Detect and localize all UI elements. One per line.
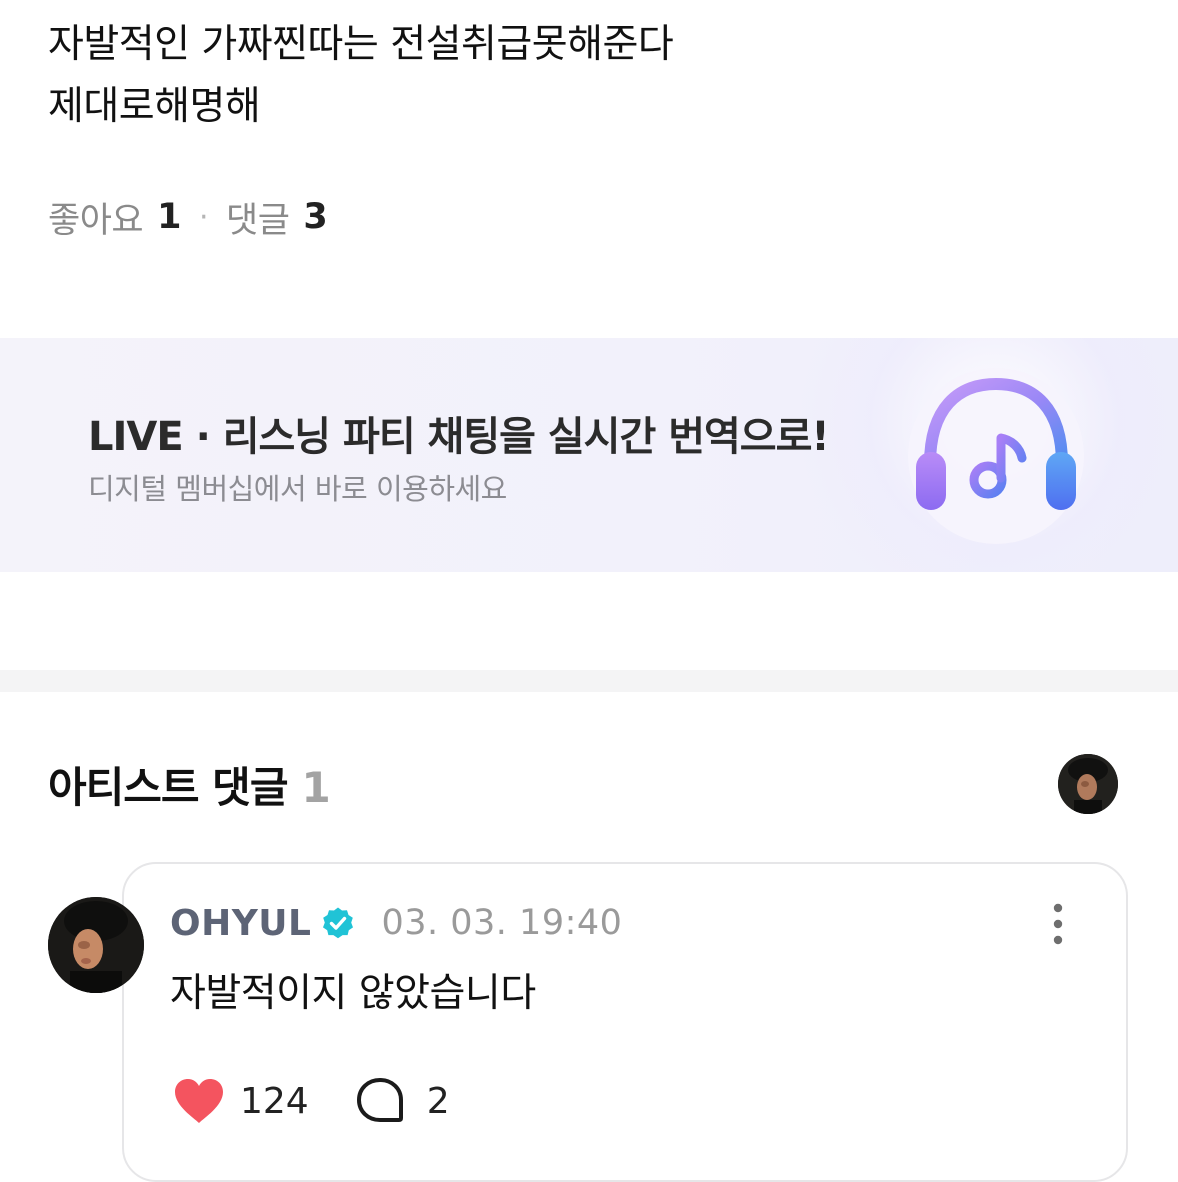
post-body: 자발적인 가짜찐따는 전설취급못해준다 제대로해명해 [48,14,1128,138]
stats-separator: · [198,199,209,235]
artist-avatar-small[interactable] [1058,754,1118,814]
artist-photo-icon [48,897,144,993]
heart-icon[interactable] [172,1076,226,1126]
comments-count[interactable]: 3 [303,197,327,237]
artist-comments-title: 아티스트 댓글 [48,763,288,812]
post-text-line-2: 제대로해명해 [48,84,261,129]
artist-comments-header: 아티스트 댓글 1 [48,754,331,815]
more-vertical-icon[interactable] [1040,900,1076,948]
comment-timestamp: 03. 03. 19:40 [381,903,623,943]
comment-text: 자발적이지 않았습니다 [170,971,536,1016]
reply-bubble-icon[interactable] [355,1076,405,1126]
banner-title[interactable]: LIVE · 리스닝 파티 채팅을 실시간 번역으로! [88,404,830,462]
post-text-line-1: 자발적인 가짜찐따는 전설취급못해준다 [48,22,674,67]
banner-subtitle: 디지털 멤버십에서 바로 이용하세요 [88,472,507,506]
post-stats: 좋아요 1 · 댓글 3 [48,192,328,243]
comment-like-count[interactable]: 124 [240,1081,309,1122]
comment-author-avatar[interactable] [48,897,144,993]
verified-badge-icon [323,907,354,939]
comment-reply-count[interactable]: 2 [427,1081,450,1122]
artist-photo-icon [1058,754,1118,814]
comment-meta: OHYUL 03. 03. 19:40 [170,898,622,948]
section-divider [0,670,1178,692]
headphones-music-icon [908,368,1084,544]
comment-actions: 124 2 [172,1074,450,1128]
comments-label[interactable]: 댓글 [226,192,290,243]
likes-count[interactable]: 1 [157,197,181,237]
artist-comments-count: 1 [301,763,330,812]
comment-author-name[interactable]: OHYUL [170,903,311,944]
likes-label[interactable]: 좋아요 [48,192,144,243]
